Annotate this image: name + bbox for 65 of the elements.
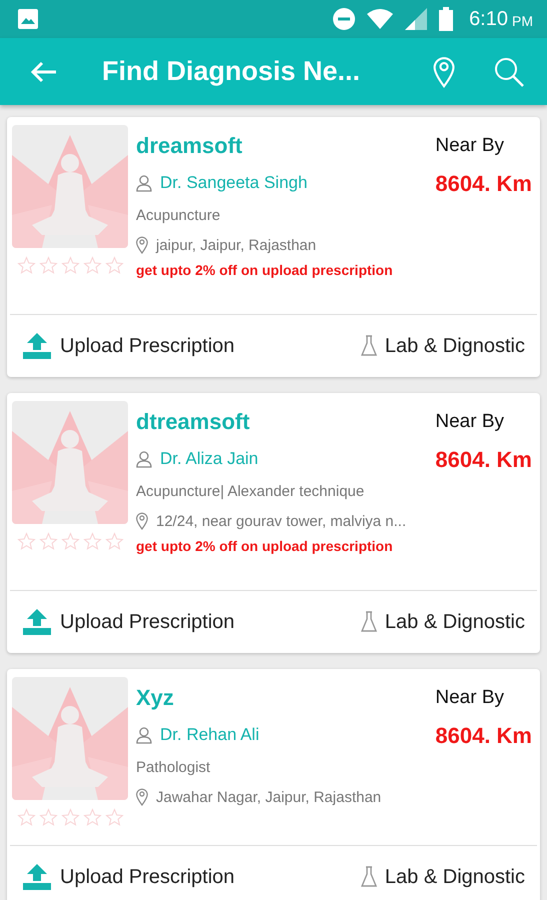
address: 12/24, near gourav tower, malviya n... <box>156 512 406 530</box>
location-pin-icon <box>136 788 148 806</box>
person-icon <box>136 174 152 192</box>
clinic-card[interactable]: Xyz Dr. Rehan Ali Pathologist Jawahar Nagar, Jaipur, Rajasthan Near By 8604. Km Upload Prescription Lab & Dignostic <box>7 669 540 900</box>
location-pin-icon <box>136 236 148 254</box>
distance: 8604. Km <box>435 723 532 749</box>
star-icon <box>16 808 36 827</box>
near-by-label: Near By <box>435 687 504 709</box>
star-icon <box>38 256 58 275</box>
do-not-disturb-icon <box>333 8 356 30</box>
star-icon <box>38 532 58 551</box>
person-icon <box>136 726 152 744</box>
image-icon <box>18 9 38 29</box>
status-ampm: PM <box>512 13 533 29</box>
person-icon <box>136 450 152 468</box>
specialty: Acupuncture| Alexander technique <box>136 483 366 500</box>
address: Jawahar Nagar, Jaipur, Rajasthan <box>156 788 382 806</box>
star-icon <box>60 256 80 275</box>
star-icon <box>38 808 58 827</box>
battery-icon <box>439 7 454 31</box>
flask-icon <box>360 611 377 633</box>
location-pin-icon <box>433 56 455 88</box>
near-by-label: Near By <box>435 411 504 433</box>
wifi-icon <box>367 9 394 29</box>
offer-text: get upto 2% off on upload prescription <box>136 538 394 554</box>
flask-icon <box>360 866 377 888</box>
star-icon <box>82 532 102 551</box>
star-icon <box>104 532 124 551</box>
star-icon <box>104 808 124 827</box>
doctor-name: Dr. Rehan Ali <box>160 725 260 745</box>
upload-icon <box>22 332 52 360</box>
clinic-name: dtreamsoft <box>136 409 251 435</box>
clinic-card[interactable]: dreamsoft Dr. Sangeeta Singh Acupuncture jaipur, Jaipur, Rajasthan get upto 2% off on upload prescription Near By 8604. Km Upload Prescription Lab & Dignostic <box>7 117 540 377</box>
star-icon <box>60 808 80 827</box>
clinic-name: dreamsoft <box>136 133 244 159</box>
doctor-name: Dr. Sangeeta Singh <box>160 173 308 193</box>
upload-icon <box>22 608 52 636</box>
status-time: 6:10 <box>469 8 508 30</box>
address: jaipur, Jaipur, Rajasthan <box>156 236 316 254</box>
distance: 8604. Km <box>435 171 532 197</box>
star-icon <box>82 256 102 275</box>
location-pin-icon <box>136 512 148 530</box>
star-icon <box>60 532 80 551</box>
specialty: Pathologist <box>136 759 212 776</box>
lab-diagnostic-button[interactable]: Lab & Dignostic <box>360 866 525 888</box>
upload-icon <box>22 863 52 891</box>
clinic-name: Xyz <box>136 685 175 711</box>
upload-prescription-button[interactable]: Upload Prescription <box>22 608 235 636</box>
flask-icon <box>360 335 377 357</box>
star-icon <box>16 532 36 551</box>
doctor-name: Dr. Aliza Jain <box>160 449 258 469</box>
signal-icon <box>405 8 428 30</box>
upload-prescription-button[interactable]: Upload Prescription <box>22 332 235 360</box>
clinic-card[interactable]: dtreamsoft Dr. Aliza Jain Acupuncture| Alexander technique 12/24, near gourav tower, malviya n... get upto 2% off on upload prescription Near By 8604. Km Upload Prescription Lab & Dignostic <box>7 393 540 653</box>
star-icon <box>16 256 36 275</box>
specialty: Acupuncture <box>136 207 222 224</box>
upload-prescription-button[interactable]: Upload Prescription <box>22 863 235 891</box>
offer-text: get upto 2% off on upload prescription <box>136 262 394 278</box>
app-bar-title: Find Diagnosis Ne... <box>102 56 362 87</box>
near-by-label: Near By <box>435 135 504 157</box>
lab-diagnostic-button[interactable]: Lab & Dignostic <box>360 610 525 634</box>
distance: 8604. Km <box>435 447 532 473</box>
lab-diagnostic-button[interactable]: Lab & Dignostic <box>360 334 525 358</box>
star-icon <box>104 256 124 275</box>
star-icon <box>82 808 102 827</box>
